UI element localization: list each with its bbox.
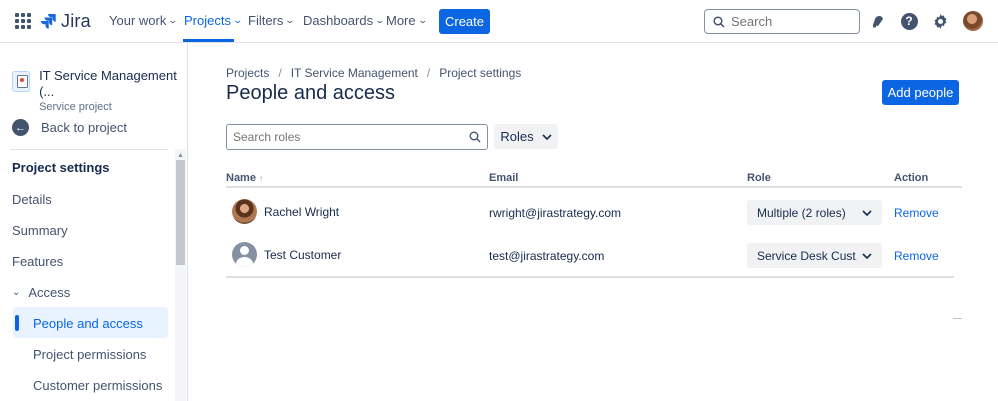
help-icon[interactable]: ? (899, 11, 919, 31)
avatar (232, 199, 257, 224)
sidebar-item-features[interactable]: Features (12, 254, 63, 269)
nav-your-work-label: Your work (109, 13, 167, 28)
project-avatar-icon (12, 71, 31, 92)
table-row-name: Rachel Wright (264, 205, 340, 219)
search-icon (469, 131, 481, 143)
chevron-down-icon: ⌄ (12, 287, 21, 298)
column-header-name-label: Name (226, 172, 256, 184)
role-select[interactable]: Service Desk Cust... (747, 243, 882, 268)
breadcrumb-separator: / (426, 66, 431, 80)
jira-logo-text: Jira (61, 10, 91, 31)
role-select-value: Service Desk Cust... (757, 248, 857, 263)
breadcrumb-projects[interactable]: Projects (226, 66, 269, 80)
nav-filters[interactable]: Filters ⌄ (248, 13, 296, 28)
chevron-down-icon (542, 133, 552, 140)
divider (953, 318, 962, 319)
sidebar-item-access[interactable]: ⌄ Access (12, 285, 70, 300)
nav-dashboards-label: Dashboards (303, 13, 374, 28)
breadcrumb-project-settings[interactable]: Project settings (439, 66, 521, 80)
create-button[interactable]: Create (439, 9, 490, 34)
sidebar-item-details[interactable]: Details (12, 192, 52, 207)
column-header-email: Email (489, 172, 519, 184)
page-title: People and access (226, 82, 396, 104)
back-to-project-label: Back to project (41, 120, 127, 135)
sort-ascending-icon: ↑ (259, 174, 264, 183)
sidebar-item-customer-permissions[interactable]: Customer permissions (33, 378, 162, 393)
project-sidebar: IT Service Management (... Service proje… (0, 43, 188, 401)
table-header-divider (226, 186, 962, 188)
back-to-project-link[interactable]: ← Back to project (12, 119, 127, 136)
global-search-input[interactable] (731, 14, 851, 29)
project-header[interactable]: IT Service Management (... Service proje… (12, 68, 187, 114)
roles-search-field[interactable] (226, 124, 488, 150)
role-select-value: Multiple (2 roles) (757, 205, 846, 220)
sidebar-item-project-permissions[interactable]: Project permissions (33, 347, 146, 362)
chevron-down-icon: ⌄ (284, 15, 296, 25)
column-header-action: Action (894, 172, 929, 184)
jira-logo[interactable]: Jira (40, 11, 91, 31)
arrow-left-icon: ← (12, 119, 29, 136)
sidebar-divider (10, 149, 168, 150)
jira-logo-icon (41, 14, 56, 29)
table-row-email: rwright@jirastrategy.com (489, 206, 621, 220)
sidebar-section-heading: Project settings (12, 160, 110, 175)
breadcrumb-separator: / (278, 66, 282, 80)
settings-gear-icon[interactable] (930, 11, 950, 31)
sidebar-scrollbar-thumb[interactable] (176, 160, 185, 265)
nav-your-work[interactable]: Your work ⌄ (109, 13, 179, 28)
avatar (232, 242, 257, 267)
scroll-up-arrow-icon[interactable]: ▲ (177, 152, 184, 159)
sidebar-item-access-label: Access (28, 285, 71, 300)
nav-active-indicator (183, 39, 234, 42)
notifications-icon[interactable] (868, 11, 888, 31)
chevron-down-icon: ⌄ (232, 15, 244, 25)
chevron-down-icon (862, 252, 872, 259)
column-header-name[interactable]: Name ↑ (226, 172, 263, 184)
nav-projects-label: Projects (184, 13, 231, 28)
search-icon (713, 15, 725, 28)
remove-link[interactable]: Remove (894, 249, 939, 263)
top-navigation: Jira Your work ⌄ Projects ⌄ Filters ⌄ Dashb… (0, 0, 998, 43)
chevron-down-icon (862, 209, 872, 216)
roles-search-input[interactable] (233, 130, 453, 144)
chevron-down-icon: ⌄ (167, 15, 179, 25)
project-name: IT Service Management (... (39, 68, 177, 99)
add-people-button[interactable]: Add people (882, 80, 959, 105)
role-select[interactable]: Multiple (2 roles) (747, 200, 882, 225)
roles-filter-label: Roles (500, 129, 534, 144)
user-avatar[interactable] (963, 11, 983, 31)
sidebar-item-summary[interactable]: Summary (12, 223, 68, 238)
global-search[interactable] (704, 9, 860, 34)
remove-link[interactable]: Remove (894, 206, 939, 220)
chevron-down-icon: ⌄ (374, 15, 386, 25)
breadcrumb-project[interactable]: IT Service Management (291, 66, 418, 80)
breadcrumb: Projects / IT Service Management / Proje… (226, 66, 521, 80)
project-type: Service project (39, 101, 112, 113)
table-row-email: test@jirastrategy.com (489, 249, 605, 263)
chevron-down-icon: ⌄ (417, 15, 428, 25)
nav-more[interactable]: More ⌄ (386, 13, 428, 28)
table-bottom-divider (226, 276, 954, 278)
table-row-name: Test Customer (264, 248, 342, 262)
nav-dashboards[interactable]: Dashboards ⌄ (303, 13, 386, 28)
nav-more-label: More (386, 13, 416, 28)
roles-filter-dropdown[interactable]: Roles (494, 124, 558, 149)
column-header-role: Role (747, 172, 771, 184)
app-switcher-icon[interactable] (15, 13, 31, 29)
nav-filters-label: Filters (248, 13, 284, 28)
sidebar-selected-indicator (15, 315, 19, 331)
nav-projects[interactable]: Projects ⌄ (184, 13, 244, 28)
sidebar-item-people-and-access[interactable]: People and access (33, 316, 143, 331)
